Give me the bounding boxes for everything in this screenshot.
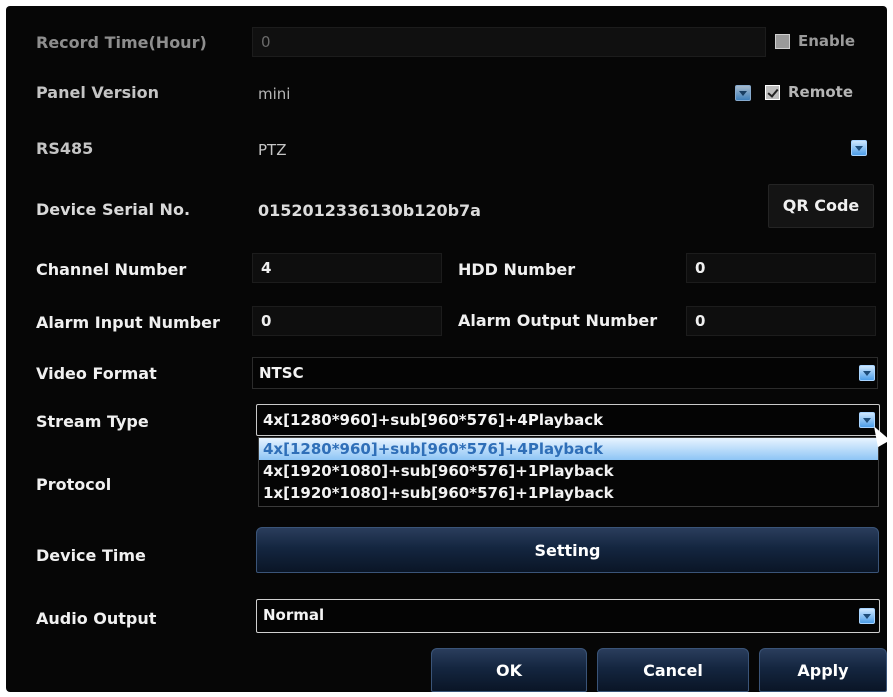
protocol-label: Protocol bbox=[36, 475, 112, 494]
alarm-output-field: 0 bbox=[686, 306, 876, 336]
panel-version-label: Panel Version bbox=[36, 83, 160, 102]
channel-number-field: 4 bbox=[252, 253, 442, 283]
audio-output-select[interactable]: Normal bbox=[256, 599, 880, 633]
video-format-select[interactable]: NTSC bbox=[252, 357, 878, 389]
stream-type-option[interactable]: 4x[1280*960]+sub[960*576]+4Playback bbox=[259, 438, 878, 460]
audio-output-dropdown-arrow-icon[interactable] bbox=[859, 608, 875, 624]
enable-label: Enable bbox=[798, 32, 856, 50]
hdd-number-field: 0 bbox=[686, 253, 876, 283]
channel-number-label: Channel Number bbox=[36, 260, 187, 279]
panel-version-dropdown-arrow-icon[interactable] bbox=[735, 85, 751, 101]
panel-version-value[interactable]: mini bbox=[258, 85, 290, 103]
video-format-label: Video Format bbox=[36, 364, 157, 383]
enable-checkbox-icon[interactable] bbox=[775, 34, 790, 49]
device-time-setting-button[interactable]: Setting bbox=[256, 527, 879, 573]
stream-type-option[interactable]: 1x[1920*1080]+sub[960*576]+1Playback bbox=[259, 482, 878, 504]
cancel-button[interactable]: Cancel bbox=[597, 648, 749, 692]
hdd-number-label: HDD Number bbox=[458, 260, 576, 279]
audio-output-label: Audio Output bbox=[36, 609, 157, 628]
apply-button[interactable]: Apply bbox=[759, 648, 887, 692]
stream-type-select[interactable]: 4x[1280*960]+sub[960*576]+4Playback bbox=[256, 404, 880, 436]
stream-type-label: Stream Type bbox=[36, 412, 149, 431]
rs485-value[interactable]: PTZ bbox=[258, 141, 286, 159]
qr-code-button[interactable]: QR Code bbox=[768, 184, 874, 228]
record-time-label: Record Time(Hour) bbox=[36, 33, 207, 52]
alarm-output-label: Alarm Output Number bbox=[458, 311, 658, 330]
device-time-label: Device Time bbox=[36, 546, 146, 565]
remote-checkbox-icon[interactable] bbox=[765, 85, 780, 100]
system-config-dialog: Record Time(Hour) 0 Enable Panel Version… bbox=[6, 6, 891, 692]
alarm-input-label: Alarm Input Number bbox=[36, 313, 220, 332]
stream-type-option[interactable]: 4x[1920*1080]+sub[960*576]+1Playback bbox=[259, 460, 878, 482]
remote-label: Remote bbox=[788, 83, 854, 101]
device-serial-value: 0152012336130b120b7a bbox=[258, 201, 481, 220]
device-serial-label: Device Serial No. bbox=[36, 200, 191, 219]
ok-button[interactable]: OK bbox=[431, 648, 587, 692]
record-time-input[interactable]: 0 bbox=[252, 27, 766, 57]
alarm-input-field: 0 bbox=[252, 306, 442, 336]
rs485-label: RS485 bbox=[36, 139, 94, 158]
stream-type-options-list: 4x[1280*960]+sub[960*576]+4Playback 4x[1… bbox=[258, 437, 879, 507]
rs485-dropdown-arrow-icon[interactable] bbox=[851, 140, 867, 156]
video-format-dropdown-arrow-icon[interactable] bbox=[859, 365, 875, 381]
